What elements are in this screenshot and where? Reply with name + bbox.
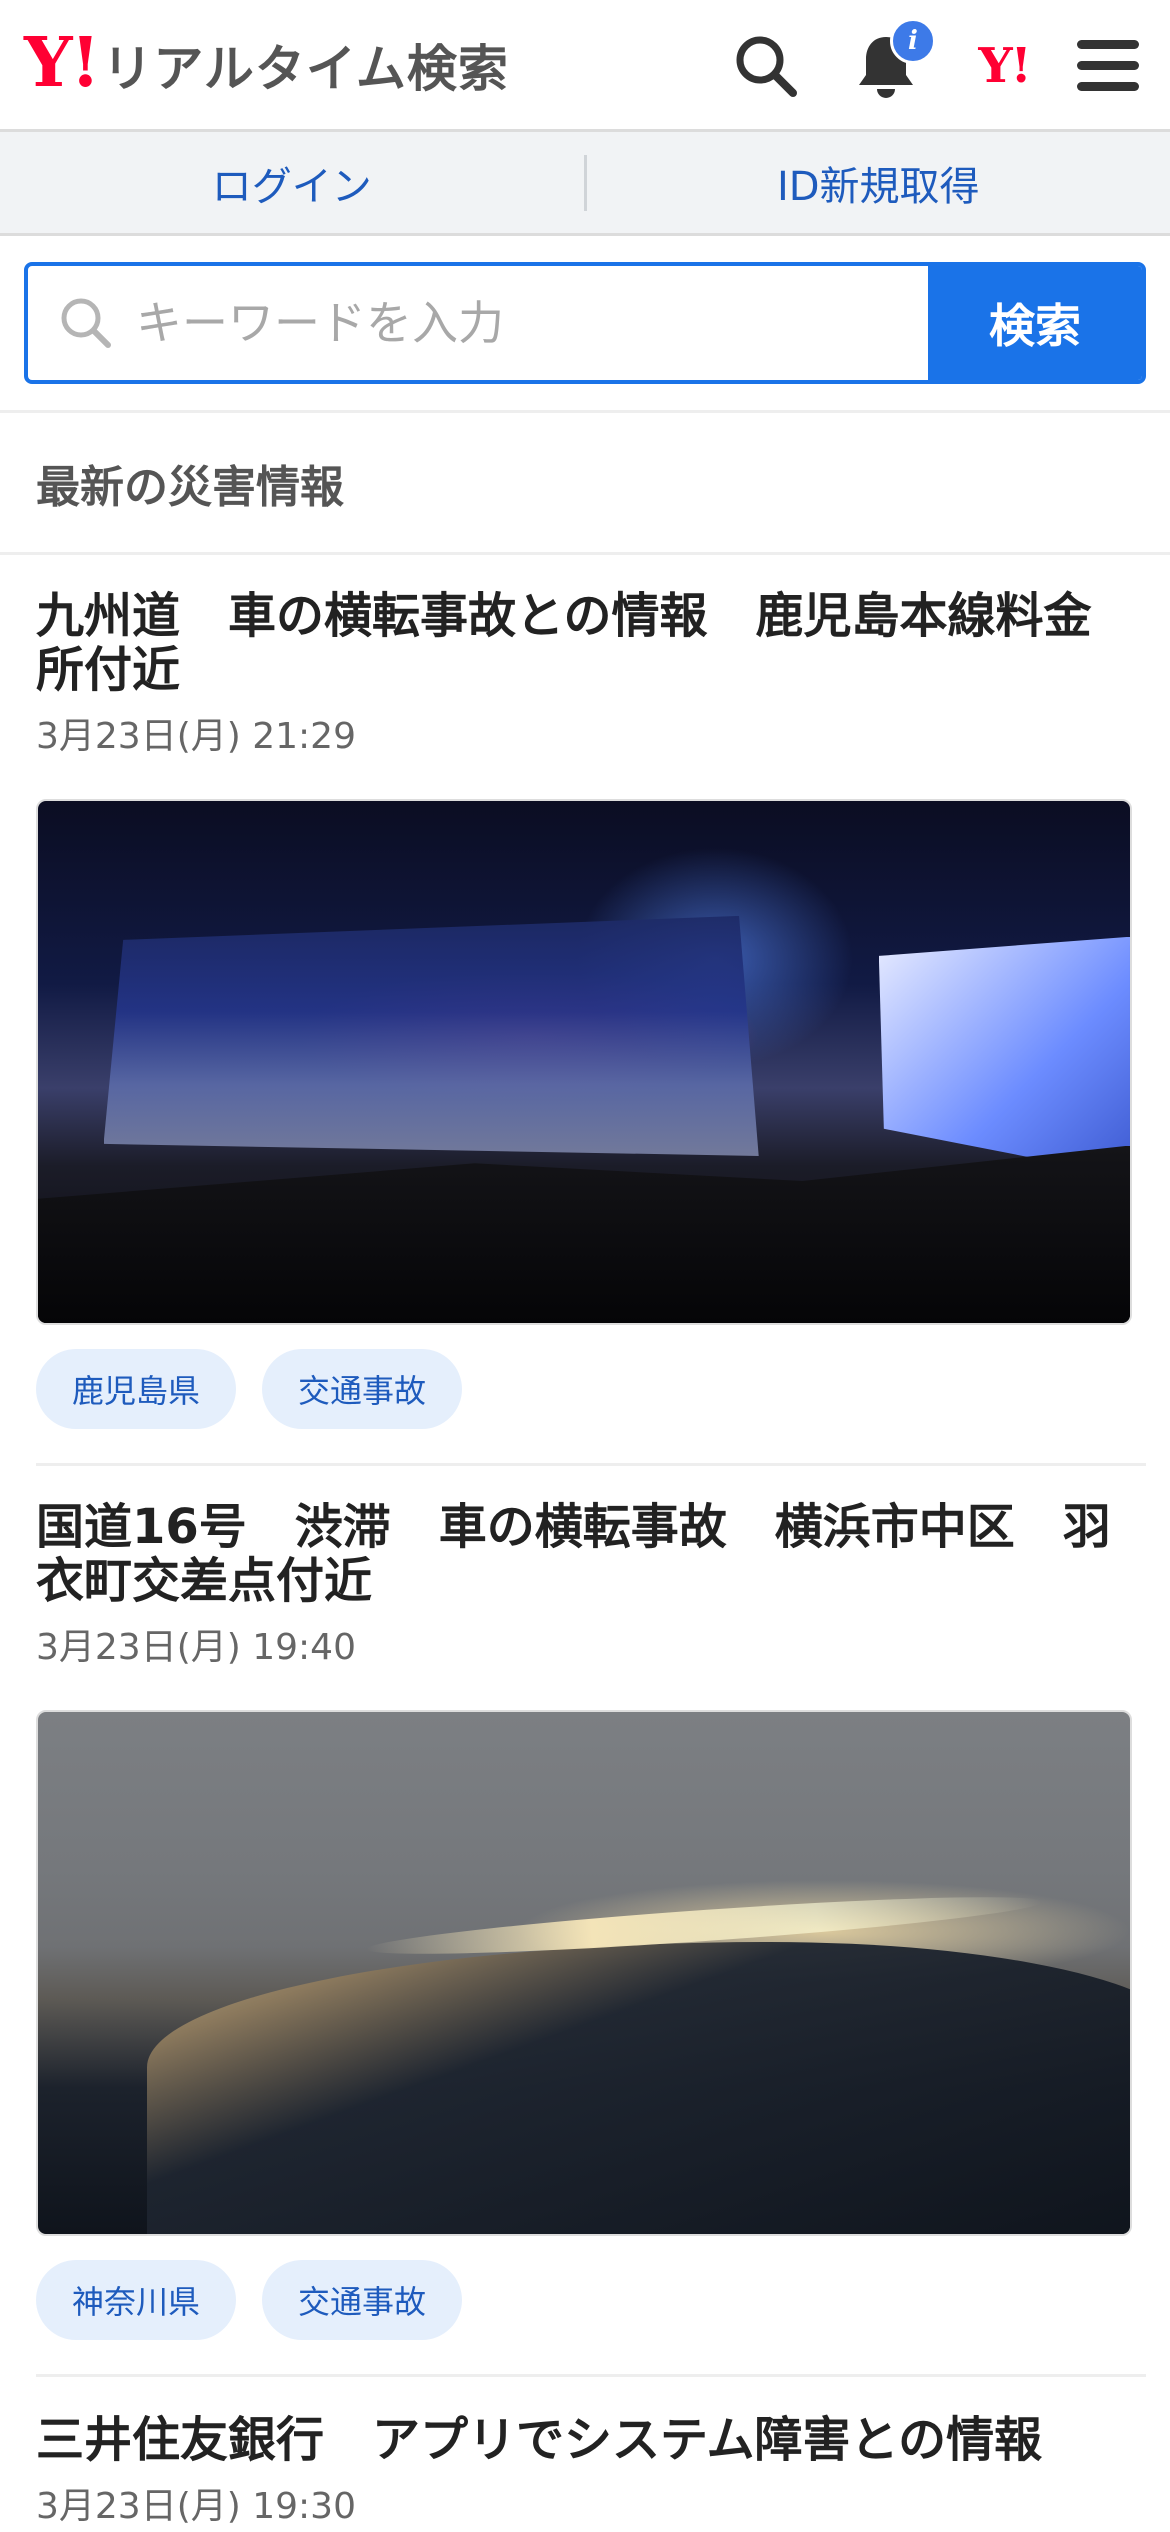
tag-category[interactable]: 交通事故 xyxy=(262,1349,463,1429)
article-card[interactable]: 国道16号 渋滞 車の横転事故 横浜市中区 羽衣町交差点付近 3月23日(月) … xyxy=(36,1466,1146,2374)
tag-list: 神奈川県 交通事故 xyxy=(36,2260,1146,2374)
search-icon[interactable] xyxy=(728,28,804,104)
yahoo-logo-text: Y! xyxy=(978,38,1031,94)
search-area: 検索 xyxy=(0,236,1170,413)
tag-prefecture[interactable]: 神奈川県 xyxy=(36,2260,237,2340)
article-time: 3月23日(月) 19:30 xyxy=(36,2486,356,2527)
article-time: 3月23日(月) 21:29 xyxy=(36,716,356,757)
photo-car-hood xyxy=(147,1941,1130,2234)
section-title: 最新の災害情報 xyxy=(0,413,1170,555)
article-time: 3月23日(月) 19:40 xyxy=(36,1627,356,1668)
hamburger-menu-icon[interactable] xyxy=(1068,28,1148,104)
login-link[interactable]: ログイン xyxy=(0,154,584,212)
article-card[interactable]: 九州道 車の横転事故との情報 鹿児島本線料金所付近 3月23日(月) 21:29… xyxy=(36,555,1146,1463)
notification-bell-icon[interactable]: i xyxy=(848,18,936,104)
logo-text: リアルタイム検索 xyxy=(102,39,509,98)
article-title[interactable]: 九州道 車の横転事故との情報 鹿児島本線料金所付近 xyxy=(36,555,1146,697)
yahoo-realtime-logo[interactable]: Y! リアルタイム検索 xyxy=(24,0,509,131)
article-photo[interactable] xyxy=(36,799,1132,1325)
photo-truck xyxy=(878,936,1130,1177)
login-bar: ログイン ID新規取得 xyxy=(0,132,1170,236)
search-button[interactable]: 検索 xyxy=(928,266,1142,380)
tag-list: 鹿児島県 交通事故 xyxy=(36,1349,1146,1463)
signup-link[interactable]: ID新規取得 xyxy=(587,154,1170,212)
logo-mark: Y! xyxy=(24,22,100,103)
tag-category[interactable]: 交通事故 xyxy=(262,2260,463,2340)
tag-prefecture[interactable]: 鹿児島県 xyxy=(36,1349,237,1429)
app-header: Y! リアルタイム検索 i Y! xyxy=(0,0,1170,132)
yahoo-japan-logo[interactable]: Y! xyxy=(966,28,1042,104)
search-field-icon xyxy=(61,298,111,348)
article-title[interactable]: 国道16号 渋滞 車の横転事故 横浜市中区 羽衣町交差点付近 xyxy=(36,1466,1146,1608)
article-card[interactable]: 三井住友銀行 アプリでシステム障害との情報 3月23日(月) 19:30 xyxy=(36,2377,1146,2529)
article-title[interactable]: 三井住友銀行 アプリでシステム障害との情報 xyxy=(36,2377,1146,2467)
article-photo[interactable] xyxy=(36,1710,1132,2236)
photo-windshield-view xyxy=(103,915,759,1156)
search-field[interactable] xyxy=(28,266,928,380)
notification-badge: i xyxy=(890,18,936,64)
search-input[interactable] xyxy=(136,266,928,380)
search-box: 検索 xyxy=(24,262,1146,384)
photo-dashboard xyxy=(38,1145,1130,1323)
